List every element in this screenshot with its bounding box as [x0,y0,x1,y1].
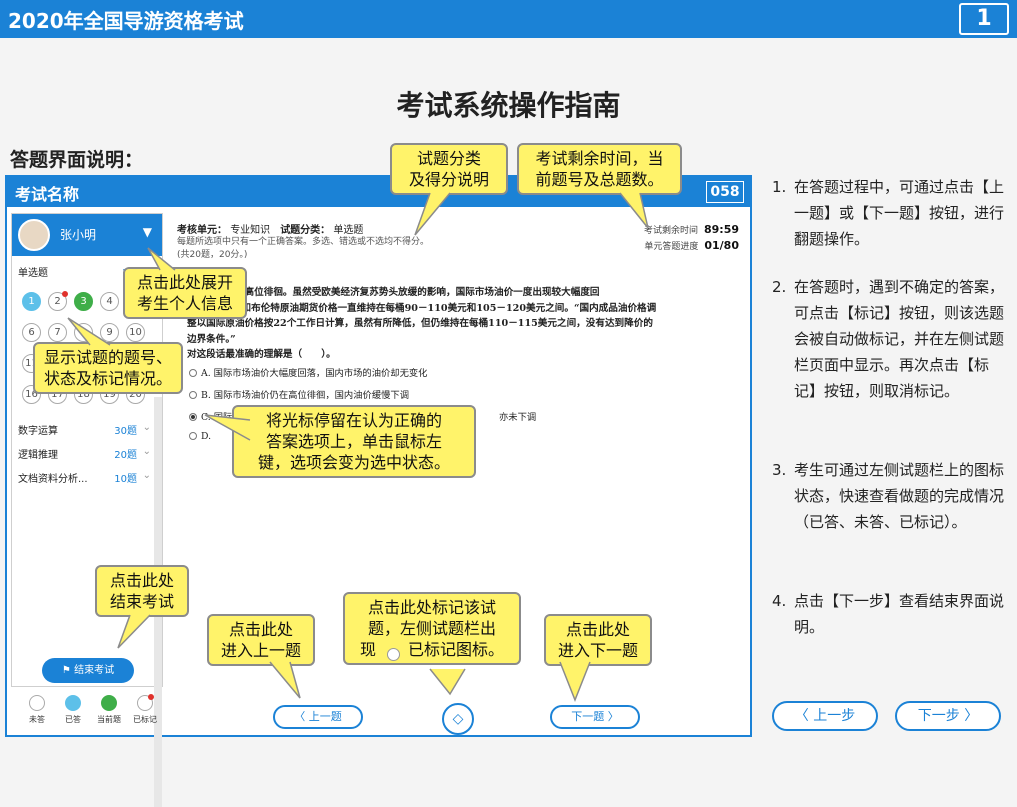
pointer [414,192,451,236]
instruction-number: 2. [772,278,787,296]
instruction-item: 4. 点击【下一步】查看结束界面说明。 [772,588,1007,640]
prev-step-label: 上一步 [813,708,856,724]
pointer [67,317,111,346]
instruction-number: 1. [772,178,787,196]
instruction-item: 3. 考生可通过左侧试题栏上的图标状态，快速查看做题的完成情况（已答、未答、已标记… [772,457,1007,535]
pointer [559,661,591,703]
instruction-text: 点击【下一步】查看结束界面说明。 [794,592,1005,636]
pointer [269,661,301,699]
instruction-text: 在答题时，遇到不确定的答案，可点击【标记】按钮，则该选题会被自动做标记，并在左侧… [794,278,1005,400]
pointer [619,192,649,229]
pointer [204,414,251,441]
prev-step-button[interactable]: 〈 上一步 [772,701,878,731]
instruction-text: 考生可通过左侧试题栏上的图标状态，快速查看做题的完成情况（已答、未答、已标记）。 [794,461,1005,531]
pointer [429,668,466,696]
instruction-number: 3. [772,461,787,479]
instruction-number: 4. [772,592,787,610]
pointer [147,247,176,271]
pointer [117,614,151,649]
instruction-item: 2. 在答题时，遇到不确定的答案，可点击【标记】按钮，则该选题会被自动做标记，并在… [772,274,1007,404]
next-step-button[interactable]: 下一步 〉 [895,701,1001,731]
instruction-text: 在答题过程中，可通过点击【上一题】或【下一题】按钮，进行翻题操作。 [794,178,1005,248]
next-step-label: 下一步 [917,708,960,724]
instruction-item: 1. 在答题过程中，可通过点击【上一题】或【下一题】按钮，进行翻题操作。 [772,174,1007,252]
